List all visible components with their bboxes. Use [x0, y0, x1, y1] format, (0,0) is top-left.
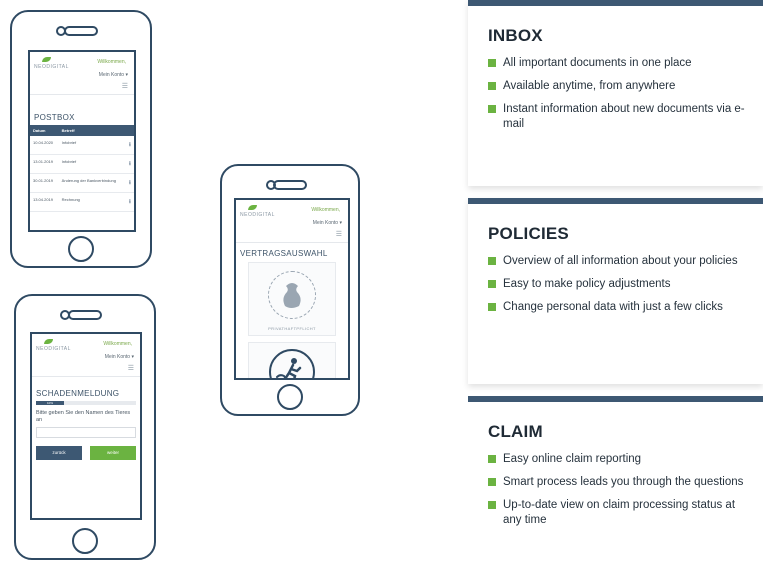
- bullet-icon: [488, 82, 496, 90]
- speaker-slot: [68, 310, 102, 320]
- page-title: SCHADENMELDUNG: [36, 389, 120, 398]
- home-button: [72, 528, 98, 554]
- progress-bar: 10%: [36, 401, 136, 405]
- list-item: Smart process leads you through the ques…: [488, 475, 749, 490]
- phone-postbox: NEODIGITAL Willkommen, Mein Konto ▾ ☰ PO…: [10, 10, 152, 268]
- screen-header: NEODIGITAL Willkommen, Mein Konto ▾ ☰: [32, 334, 140, 377]
- table-row[interactable]: 13.04.2019 Rechnung ⭳: [30, 192, 134, 212]
- screen-header: NEODIGITAL Willkommen, Mein Konto ▾ ☰: [30, 52, 134, 95]
- panel-title: CLAIM: [488, 422, 543, 441]
- hamburger-icon[interactable]: ☰: [128, 365, 134, 372]
- list-item: Overview of all information about your p…: [488, 254, 749, 269]
- contract-tile-liability[interactable]: PRIVATHAFTPFLICHT: [248, 262, 336, 336]
- welcome-text: Willkommen,: [311, 207, 340, 213]
- progress-fill: 10%: [36, 401, 64, 405]
- list-item: Change personal data with just a few cli…: [488, 300, 749, 315]
- panel-claim: CLAIM Easy online claim reporting Smart …: [468, 396, 763, 573]
- panel-accent-bar: [468, 198, 763, 204]
- feature-list: Easy online claim reporting Smart proces…: [468, 452, 763, 528]
- brand-logo: NEODIGITAL: [34, 64, 69, 70]
- brand-logo: NEODIGITAL: [240, 212, 275, 218]
- button-row: zurück weiter: [36, 446, 136, 460]
- download-icon[interactable]: ⭳: [125, 154, 134, 174]
- liability-icon: [268, 271, 316, 319]
- hamburger-icon[interactable]: ☰: [122, 83, 128, 90]
- panel-accent-bar: [468, 396, 763, 402]
- logo-leaf-icon: [44, 339, 53, 344]
- back-button[interactable]: zurück: [36, 446, 82, 460]
- phone-contract: NEODIGITAL Willkommen, Mein Konto ▾ ☰ VE…: [220, 164, 360, 416]
- bullet-icon: [488, 303, 496, 311]
- panel-inbox: INBOX All important documents in one pla…: [468, 0, 763, 186]
- bullet-icon: [488, 280, 496, 288]
- speaker-slot: [64, 26, 98, 36]
- table-row[interactable]: 10.04.2020 Infobrief ⭳: [30, 136, 134, 155]
- account-menu[interactable]: Mein Konto ▾: [313, 220, 342, 226]
- bullet-icon: [488, 59, 496, 67]
- phone-screen: NEODIGITAL Willkommen, Mein Konto ▾ ☰ PO…: [28, 50, 136, 232]
- bullet-icon: [488, 105, 496, 113]
- camera-dot: [266, 180, 276, 190]
- panel-title: INBOX: [488, 26, 543, 45]
- postbox-table: Datum Betreff 10.04.2020 Infobrief ⭳ 13.…: [30, 125, 134, 212]
- table-row[interactable]: 30.01.2019 Änderung der Bankverbindung ⭳: [30, 173, 134, 193]
- logo-leaf-icon: [248, 205, 257, 210]
- bullet-icon: [488, 501, 496, 509]
- dog-walking-icon: [269, 349, 315, 378]
- account-menu[interactable]: Mein Konto ▾: [99, 72, 128, 78]
- download-icon[interactable]: ⭳: [125, 192, 134, 212]
- list-item: All important documents in one place: [488, 56, 749, 71]
- next-button[interactable]: weiter: [90, 446, 136, 460]
- bullet-icon: [488, 455, 496, 463]
- list-item: Up-to-date view on claim processing stat…: [488, 498, 749, 528]
- list-item: Instant information about new documents …: [488, 102, 749, 132]
- home-button: [277, 384, 303, 410]
- phone-screen: NEODIGITAL Willkommen, Mein Konto ▾ ☰ SC…: [30, 332, 142, 520]
- screen-header: NEODIGITAL Willkommen, Mein Konto ▾ ☰: [236, 200, 348, 243]
- download-icon[interactable]: ⭳: [125, 173, 134, 193]
- logo-leaf-icon: [42, 57, 51, 62]
- panel-policies: POLICIES Overview of all information abo…: [468, 198, 763, 384]
- col-header-date[interactable]: Datum: [30, 125, 59, 136]
- welcome-text: Willkommen,: [97, 59, 126, 65]
- page-title: POSTBOX: [34, 113, 75, 122]
- page-title: VERTRAGSAUSWAHL: [240, 249, 328, 258]
- list-item: Easy to make policy adjustments: [488, 277, 749, 292]
- bullet-icon: [488, 257, 496, 265]
- phone-screen: NEODIGITAL Willkommen, Mein Konto ▾ ☰ VE…: [234, 198, 350, 380]
- question-label: Bitte geben Sie den Namen des Tieres an: [36, 410, 131, 423]
- speaker-slot: [273, 180, 307, 190]
- hamburger-icon[interactable]: ☰: [336, 231, 342, 238]
- table-row[interactable]: 13.01.2019 Infobrief ⭳: [30, 154, 134, 174]
- pet-name-input[interactable]: [36, 427, 136, 438]
- feature-list: Overview of all information about your p…: [468, 254, 763, 315]
- panel-accent-bar: [468, 0, 763, 6]
- feature-list: All important documents in one place Ava…: [468, 56, 763, 132]
- tile-label: PRIVATHAFTPFLICHT: [268, 326, 316, 331]
- account-menu[interactable]: Mein Konto ▾: [105, 354, 134, 360]
- list-item: Easy online claim reporting: [488, 452, 749, 467]
- list-item: Available anytime, from anywhere: [488, 79, 749, 94]
- contract-tile-pet[interactable]: [248, 342, 336, 378]
- welcome-text: Willkommen,: [103, 341, 132, 347]
- panel-title: POLICIES: [488, 224, 569, 243]
- download-icon[interactable]: ⭳: [125, 136, 134, 155]
- brand-logo: NEODIGITAL: [36, 346, 71, 352]
- camera-dot: [56, 26, 66, 36]
- col-header-subject[interactable]: Betreff: [58, 125, 126, 136]
- home-button: [68, 236, 94, 262]
- bullet-icon: [488, 478, 496, 486]
- camera-dot: [60, 310, 70, 320]
- phone-claim: NEODIGITAL Willkommen, Mein Konto ▾ ☰ SC…: [14, 294, 156, 560]
